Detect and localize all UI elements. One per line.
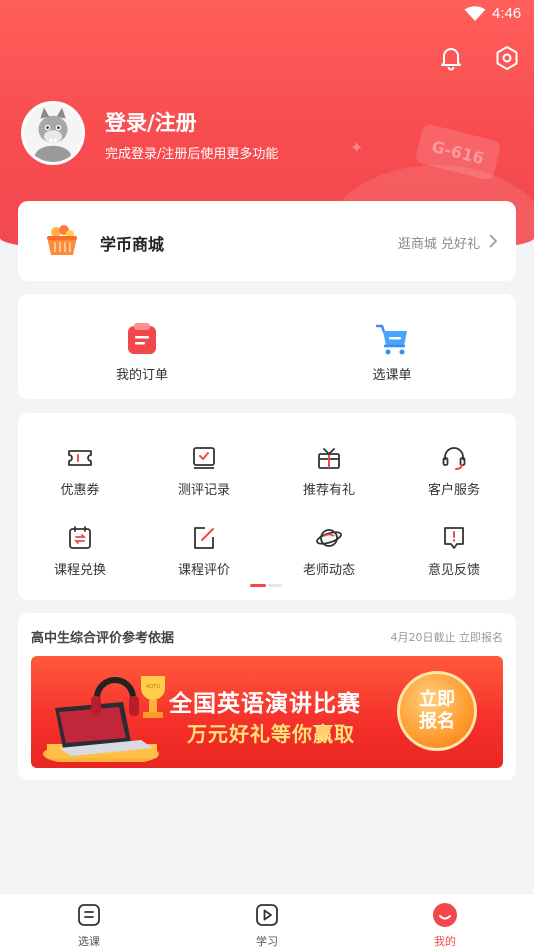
speech-contest-banner[interactable]: ADTU 全国英语演讲比赛 万元好礼等你赢取 立即 报名	[31, 656, 503, 768]
assessment-records-button[interactable]: 测评记录	[154, 445, 254, 498]
coupon-label: 优惠券	[60, 483, 100, 498]
laptop-headphones-trophy-icon: ADTU	[43, 676, 165, 762]
assessment-records-label: 测评记录	[177, 483, 230, 498]
register-btn-line2: 报名	[419, 711, 455, 732]
tab-study[interactable]: 学习	[227, 902, 307, 949]
banner-subheadline: 万元好礼等你赢取	[187, 722, 355, 746]
mascot-avatar-icon	[24, 104, 82, 162]
coupon-icon	[68, 450, 92, 466]
course-cart-label: 选课单	[372, 368, 412, 383]
status-bar: 4:46	[0, 0, 534, 30]
trophy-text: ADTU	[146, 684, 160, 690]
register-btn-line1: 立即	[419, 689, 455, 710]
planet-icon	[316, 529, 342, 547]
customer-service-label: 客户服务	[427, 483, 480, 498]
avatar[interactable]	[21, 101, 85, 165]
my-orders-label: 我的订单	[115, 368, 168, 383]
bell-icon[interactable]	[438, 45, 464, 71]
order-icon	[128, 323, 156, 354]
bottom-tab-bar: 选课 学习 我的	[0, 893, 534, 949]
chevron-right-icon	[489, 234, 498, 248]
decor-plate-text: G-616	[429, 136, 487, 168]
cart-icon	[375, 324, 407, 355]
course-cart-button[interactable]: 选课单	[332, 322, 452, 383]
course-review-button[interactable]: 课程评价	[154, 525, 254, 578]
coupon-button[interactable]: 优惠券	[30, 445, 130, 498]
banner-headline: 全国英语演讲比赛	[169, 691, 361, 717]
page-indicator	[250, 584, 286, 587]
event-deadline[interactable]: 4月20日截止 立即报名	[391, 629, 504, 645]
gift-icon	[318, 448, 340, 469]
tab-study-label: 学习	[256, 935, 278, 948]
course-icon	[78, 904, 100, 926]
page-dot-active	[250, 584, 266, 587]
coin-mall-card[interactable]: 学币商城 逛商城 兑好礼	[18, 201, 516, 281]
course-exchange-button[interactable]: 课程兑换	[30, 525, 130, 578]
review-icon	[194, 527, 214, 549]
my-orders-button[interactable]: 我的订单	[82, 322, 202, 383]
page-dot	[268, 584, 282, 587]
wifi-icon	[464, 6, 486, 21]
coin-mall-link[interactable]: 逛商城 兑好礼	[398, 233, 480, 252]
tools-grid-card: 优惠券 测评记录 推荐有礼 客户服务 课程兑换 课程评价 老师动态 意见反馈	[18, 413, 516, 600]
login-hint: 完成登录/注册后使用更多功能	[105, 147, 279, 162]
customer-service-button[interactable]: 客户服务	[404, 445, 504, 498]
feedback-button[interactable]: 意见反馈	[404, 525, 504, 578]
basket-icon	[47, 225, 77, 255]
settings-icon[interactable]	[494, 45, 520, 71]
decor-sparkle-icon: ✦	[350, 138, 364, 157]
referral-gift-label: 推荐有礼	[302, 483, 355, 498]
exchange-icon	[69, 526, 91, 549]
profile-smile-icon	[433, 903, 457, 927]
register-now-button[interactable]: 立即 报名	[397, 671, 477, 751]
course-exchange-label: 课程兑换	[53, 563, 106, 578]
tab-profile-label: 我的	[434, 935, 456, 948]
tab-courses-label: 选课	[78, 935, 100, 948]
orders-card: 我的订单 选课单	[18, 294, 516, 399]
teacher-updates-button[interactable]: 老师动态	[279, 525, 379, 578]
referral-gift-button[interactable]: 推荐有礼	[279, 445, 379, 498]
tab-profile[interactable]: 我的	[405, 902, 485, 949]
headset-icon	[442, 447, 466, 470]
feedback-icon	[444, 527, 464, 549]
coin-mall-title: 学币商城	[100, 235, 165, 254]
play-icon	[256, 904, 278, 926]
event-card: 高中生综合评价参考依据 4月20日截止 立即报名 ADTU 全国英语演讲比赛 万…	[18, 613, 516, 780]
course-review-label: 课程评价	[177, 563, 230, 578]
event-title: 高中生综合评价参考依据	[31, 631, 175, 646]
feedback-label: 意见反馈	[427, 563, 480, 578]
login-register-link[interactable]: 登录/注册	[105, 107, 197, 137]
status-time: 4:46	[492, 5, 522, 22]
assessment-icon	[193, 447, 215, 469]
tab-courses[interactable]: 选课	[49, 902, 129, 949]
teacher-updates-label: 老师动态	[302, 563, 355, 578]
